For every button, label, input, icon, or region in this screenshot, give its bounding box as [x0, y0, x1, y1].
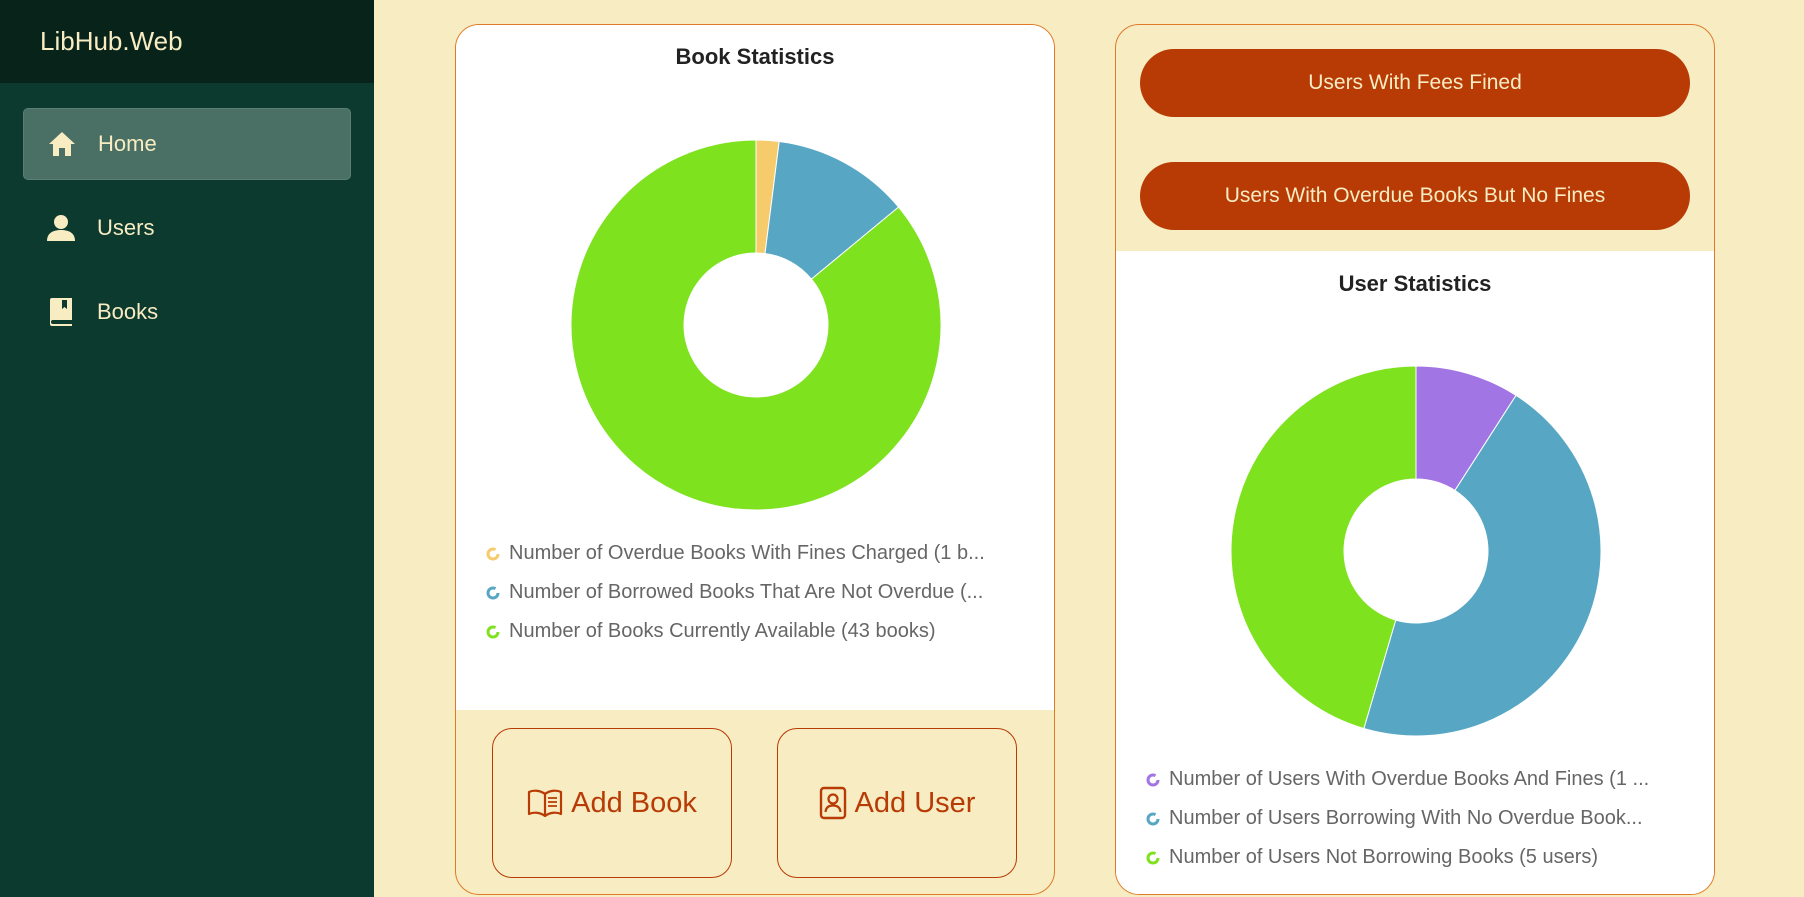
- sidebar: LibHub.Web Home Users Books: [0, 0, 374, 897]
- legend-item-not-borrowing[interactable]: Number of Users Not Borrowing Books (5 u…: [1146, 838, 1694, 877]
- add-book-button[interactable]: Add Book: [492, 728, 732, 878]
- book-statistics-legend: Number of Overdue Books With Fines Charg…: [486, 534, 1034, 651]
- sidebar-item-users[interactable]: Users: [23, 192, 351, 264]
- book-icon: [45, 296, 77, 328]
- sidebar-item-label: Users: [97, 215, 155, 240]
- user-statistics-legend: Number of Users With Overdue Books And F…: [1146, 760, 1694, 877]
- legend-ring-icon: [486, 586, 500, 599]
- user-statistics-title: User Statistics: [1338, 271, 1492, 296]
- sidebar-item-books[interactable]: Books: [23, 276, 351, 348]
- sidebar-item-label: Books: [97, 299, 159, 324]
- add-user-label: Add User: [854, 786, 976, 819]
- legend-label: Number of Overdue Books With Fines Charg…: [509, 542, 985, 564]
- legend-label: Number of Borrowed Books That Are Not Ov…: [509, 581, 984, 603]
- legend-label: Number of Users With Overdue Books And F…: [1169, 768, 1650, 790]
- add-book-label: Add Book: [571, 786, 697, 819]
- legend-ring-icon: [1146, 773, 1160, 786]
- sidebar-item-label: Home: [98, 131, 157, 156]
- legend-label: Number of Users Not Borrowing Books (5 u…: [1169, 846, 1599, 868]
- legend-ring-icon: [486, 625, 500, 638]
- legend-label: Number of Books Currently Available (43 …: [509, 620, 936, 642]
- user-statistics-card: Users With Fees Fined Users With Overdue…: [1115, 24, 1715, 895]
- legend-item-available[interactable]: Number of Books Currently Available (43 …: [486, 612, 1034, 651]
- legend-ring-icon: [1146, 851, 1160, 864]
- legend-label: Number of Users Borrowing With No Overdu…: [1169, 807, 1643, 829]
- book-statistics-card: Book Statistics Number of Overdue Books …: [455, 24, 1055, 895]
- user-statistics-donut-chart: [1230, 365, 1602, 737]
- user-statistics-panel: User Statistics Number of Users With Ove…: [1116, 251, 1714, 894]
- sidebar-item-home[interactable]: Home: [23, 108, 351, 180]
- legend-item-overdue-fines[interactable]: Number of Users With Overdue Books And F…: [1146, 760, 1694, 799]
- book-statistics-donut-chart: [570, 139, 942, 511]
- legend-item-borrowed-not-overdue[interactable]: Number of Borrowed Books That Are Not Ov…: [486, 573, 1034, 612]
- open-book-icon: [527, 789, 563, 817]
- legend-ring-icon: [1146, 812, 1160, 825]
- legend-ring-icon: [486, 547, 500, 560]
- legend-item-overdue-fined[interactable]: Number of Overdue Books With Fines Charg…: [486, 534, 1034, 573]
- users-with-overdue-no-fines-button[interactable]: Users With Overdue Books But No Fines: [1140, 162, 1690, 230]
- app-brand[interactable]: LibHub.Web: [0, 0, 374, 83]
- sidebar-nav: Home Users Books: [0, 83, 374, 348]
- book-statistics-panel: Book Statistics Number of Overdue Books …: [456, 25, 1054, 710]
- contact-card-icon: [819, 786, 847, 820]
- book-statistics-title: Book Statistics: [675, 44, 835, 69]
- add-user-button[interactable]: Add User: [777, 728, 1017, 878]
- user-icon: [45, 212, 77, 244]
- users-with-fees-fined-button[interactable]: Users With Fees Fined: [1140, 49, 1690, 117]
- app-title[interactable]: LibHub.Web: [40, 26, 183, 57]
- home-icon: [46, 128, 78, 160]
- legend-item-borrowing-no-overdue[interactable]: Number of Users Borrowing With No Overdu…: [1146, 799, 1694, 838]
